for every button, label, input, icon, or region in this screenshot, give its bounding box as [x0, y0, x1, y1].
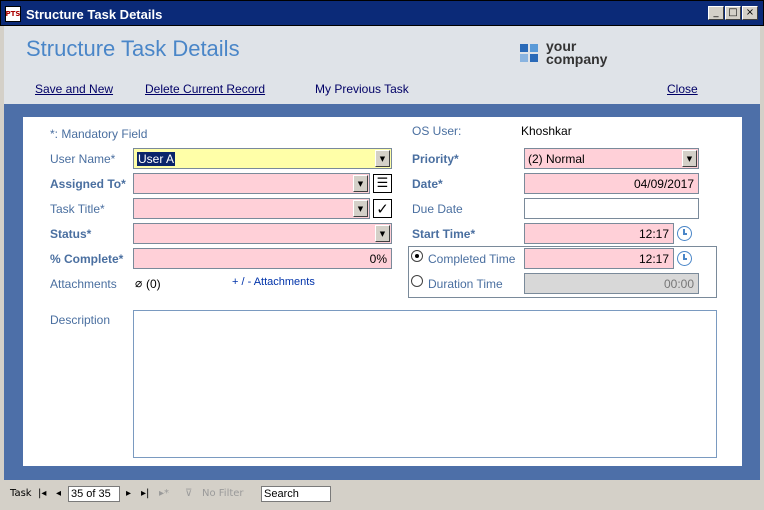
logo-text: your company: [546, 39, 608, 67]
logo-square-icon: [530, 44, 538, 52]
record-position-input[interactable]: 35 of 35: [68, 486, 120, 502]
chevron-down-icon[interactable]: ▼: [682, 150, 697, 167]
logo-square-icon: [520, 54, 528, 62]
mandatory-note: *: Mandatory Field: [50, 127, 148, 141]
status-label: Status*: [50, 227, 92, 241]
maximize-button[interactable]: □: [725, 6, 741, 20]
window-title: Structure Task Details: [26, 7, 163, 22]
paperclip-icon[interactable]: ⌀: [135, 276, 142, 290]
first-record-button[interactable]: |◂: [38, 488, 46, 499]
task-title-label: Task Title*: [50, 202, 105, 216]
delete-record-link[interactable]: Delete Current Record: [145, 82, 265, 96]
window-titlebar: PTS Structure Task Details _ □ ×: [0, 0, 764, 26]
record-navigation-bar: Task |◂ ◂ 35 of 35 ▸ ▸| ▸* ⊽ No Filter S…: [4, 484, 760, 506]
user-name-combo[interactable]: User A ▼: [133, 148, 392, 169]
user-name-label: User Name*: [50, 152, 116, 166]
close-window-button[interactable]: ×: [742, 6, 758, 20]
app-icon: PTS: [5, 6, 21, 22]
search-input[interactable]: Search: [261, 486, 331, 502]
completed-time-label: Completed Time: [428, 252, 516, 266]
prev-record-button[interactable]: ◂: [56, 488, 61, 499]
date-label: Date*: [412, 177, 443, 191]
start-time-value: 12:17: [638, 227, 669, 241]
date-field[interactable]: 04/09/2017: [524, 173, 699, 194]
save-and-new-link[interactable]: Save and New: [35, 82, 113, 96]
logo-line2: company: [546, 51, 608, 67]
assigned-to-label: Assigned To*: [50, 177, 126, 191]
my-previous-task-link[interactable]: My Previous Task: [315, 82, 409, 96]
last-record-button[interactable]: ▸|: [141, 488, 149, 499]
duration-time-radio[interactable]: [411, 275, 423, 287]
assigned-to-combo[interactable]: ▼: [133, 173, 370, 194]
logo-square-icon: [520, 44, 528, 52]
clock-icon[interactable]: [677, 251, 692, 266]
date-value: 04/09/2017: [633, 177, 694, 191]
task-title-combo[interactable]: ▼: [133, 198, 370, 219]
no-filter-label[interactable]: No Filter: [202, 488, 244, 499]
completed-time-value: 12:17: [638, 252, 669, 266]
close-link[interactable]: Close: [667, 82, 698, 96]
minimize-button[interactable]: _: [708, 6, 724, 20]
chevron-down-icon[interactable]: ▼: [375, 225, 390, 242]
new-record-button[interactable]: ▸*: [159, 488, 169, 499]
os-user-label: OS User:: [412, 124, 462, 138]
attachments-label: Attachments: [50, 277, 117, 291]
chevron-down-icon[interactable]: ▼: [375, 150, 390, 167]
record-label: Task: [10, 488, 32, 499]
duration-time-value: 00:00: [663, 277, 694, 291]
completed-time-field[interactable]: 12:17: [524, 248, 674, 269]
filter-icon[interactable]: ⊽: [185, 488, 192, 499]
status-combo[interactable]: ▼: [133, 223, 392, 244]
os-user-value: Khoshkar: [521, 124, 572, 138]
start-time-field[interactable]: 12:17: [524, 223, 674, 244]
next-record-button[interactable]: ▸: [126, 488, 131, 499]
due-date-label: Due Date: [412, 202, 463, 216]
priority-label: Priority*: [412, 152, 459, 166]
chevron-down-icon[interactable]: ▼: [353, 175, 368, 192]
form-header: Structure Task Details your company Save…: [4, 26, 760, 104]
company-logo: your company: [520, 39, 640, 70]
description-label: Description: [50, 313, 111, 327]
checkmark-icon[interactable]: ✓: [373, 199, 392, 218]
due-date-field[interactable]: [524, 198, 699, 219]
page-title: Structure Task Details: [26, 36, 240, 61]
user-name-value: User A: [137, 152, 176, 166]
description-textarea[interactable]: [133, 310, 717, 458]
list-icon[interactable]: ☰: [373, 174, 392, 193]
priority-combo[interactable]: (2) Normal ▼: [524, 148, 699, 169]
attachments-count: (0): [146, 277, 161, 291]
completed-time-radio[interactable]: [411, 250, 423, 262]
logo-square-icon: [530, 54, 538, 62]
percent-complete-value: 0%: [369, 252, 387, 266]
clock-icon[interactable]: [677, 226, 692, 241]
duration-time-label: Duration Time: [428, 277, 503, 291]
chevron-down-icon[interactable]: ▼: [353, 200, 368, 217]
duration-time-field: 00:00: [524, 273, 699, 294]
manage-attachments-link[interactable]: + / - Attachments: [232, 276, 315, 288]
priority-value: (2) Normal: [528, 152, 585, 166]
percent-complete-label: % Complete*: [50, 252, 124, 266]
start-time-label: Start Time*: [412, 227, 476, 241]
percent-complete-field[interactable]: 0%: [133, 248, 392, 269]
